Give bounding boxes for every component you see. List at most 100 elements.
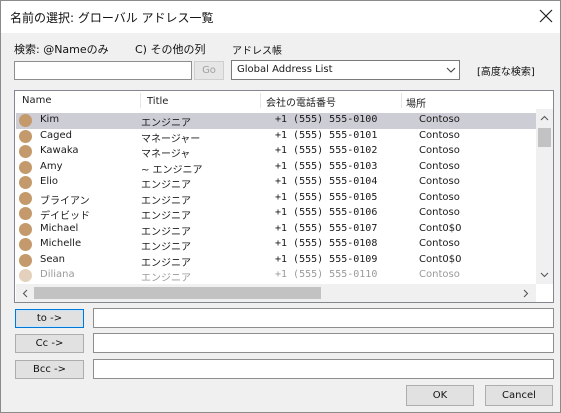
contact-avatar-icon <box>19 238 32 251</box>
contact-title: エンジニア <box>141 242 191 253</box>
contact-location: Contoso <box>419 145 460 156</box>
contact-location: Contoso <box>419 160 460 172</box>
contact-phone: +1 (555) 555-0108 <box>275 238 378 249</box>
contact-avatar-icon <box>19 222 32 236</box>
contact-phone: +1 (555) 555-0109 <box>275 253 378 265</box>
contact-name: Michelle <box>40 238 82 249</box>
column-header-title[interactable]: Title <box>147 96 168 114</box>
cc-field[interactable] <box>93 333 554 353</box>
contact-name: Sean <box>40 253 65 265</box>
contact-location: Contoso <box>419 238 460 249</box>
contact-phone: +1 (555) 555-0105 <box>275 191 378 203</box>
contact-name: ブライアン <box>40 195 90 207</box>
list-item[interactable]: Michelle エンジニア +1 (555) 555-0108 Contoso <box>16 237 536 253</box>
vertical-scroll-thumb[interactable] <box>538 128 551 147</box>
contact-name: Caged <box>40 129 72 141</box>
column-header-name[interactable]: Name <box>22 95 52 113</box>
list-item[interactable]: Kawaka マネージャ +1 (555) 555-0102 Contoso <box>16 144 536 160</box>
to-field[interactable] <box>93 308 554 328</box>
column-divider <box>260 93 261 108</box>
contact-location: Contoso <box>419 191 460 203</box>
contact-title: ~ エンジニア <box>141 164 203 176</box>
horizontal-scroll-thumb[interactable] <box>34 287 321 299</box>
contact-title: エンジニア <box>141 273 191 284</box>
advanced-search-link[interactable]: [高度な検索] <box>477 63 535 78</box>
contact-avatar-icon <box>19 253 32 267</box>
to-button[interactable]: to -> <box>15 309 84 328</box>
contact-phone: +1 (555) 555-0106 <box>275 207 378 218</box>
list-item[interactable]: ブライアン エンジニア +1 (555) 555-0105 Contoso <box>16 191 536 207</box>
cancel-button[interactable]: Cancel <box>485 385 553 406</box>
list-item[interactable]: Michael エンジニア +1 (555) 555-0107 Cont0$0 <box>16 222 536 238</box>
other-columns-option[interactable]: C) その他の列 <box>135 41 205 57</box>
contact-name: Kawaka <box>40 145 79 156</box>
contact-avatar-icon <box>19 129 32 143</box>
list-item[interactable]: Diliana エンジニア +1 (555) 555-0110 Contoso <box>16 268 536 284</box>
scroll-down-icon[interactable] <box>540 272 549 278</box>
address-book-select[interactable]: Global Address List <box>231 60 460 80</box>
column-header-location[interactable]: 場所 <box>406 95 426 113</box>
contact-location: Contoso <box>419 269 460 280</box>
horizontal-scrollbar[interactable] <box>16 284 536 302</box>
contact-name: Amy <box>40 160 63 172</box>
address-book-selected: Global Address List <box>237 64 333 75</box>
contact-phone: +1 (555) 555-0107 <box>275 222 378 234</box>
scroll-up-icon[interactable] <box>540 115 549 121</box>
contact-phone: +1 (555) 555-0102 <box>275 145 378 156</box>
contact-title: エンジニア <box>141 226 191 238</box>
contact-location: Contoso <box>419 129 460 141</box>
contact-title: エンジニア <box>141 257 191 269</box>
ok-button[interactable]: OK <box>406 385 474 406</box>
chevron-down-icon <box>446 67 456 73</box>
cc-button[interactable]: Cc -> <box>15 334 84 353</box>
contact-phone: +1 (555) 555-0104 <box>275 176 378 187</box>
contact-name: Kim <box>40 114 60 125</box>
search-input[interactable] <box>14 61 192 80</box>
close-icon[interactable] <box>537 7 555 25</box>
contact-location: Contoso <box>419 114 460 125</box>
contact-avatar-icon <box>19 269 32 282</box>
title-bar: 名前の選択: グローバル アドレス一覧 <box>1 1 560 33</box>
contact-name: デイビッド <box>40 211 90 222</box>
contact-phone: +1 (555) 555-0110 <box>275 269 378 280</box>
contact-phone: +1 (555) 555-0103 <box>275 160 378 172</box>
contact-avatar-icon <box>19 191 32 205</box>
contact-title: マネージャ <box>141 149 191 160</box>
list-item[interactable]: Elio エンジニア +1 (555) 555-0104 Contoso <box>16 175 536 191</box>
contact-title: エンジニア <box>141 118 191 129</box>
contact-phone: +1 (555) 555-0100 <box>275 114 378 125</box>
contact-avatar-icon <box>19 176 32 189</box>
contact-location: Cont0$0 <box>419 222 462 234</box>
contact-phone: +1 (555) 555-0101 <box>275 129 378 141</box>
column-header-phone[interactable]: 会社の電話番号 <box>266 94 336 112</box>
contact-location: Contoso <box>419 176 460 187</box>
dialog-title: 名前の選択: グローバル アドレス一覧 <box>10 11 214 25</box>
contact-name: Elio <box>40 176 58 187</box>
contact-title: マネージャー <box>141 133 201 145</box>
vertical-scrollbar[interactable] <box>536 109 553 284</box>
contact-avatar-icon <box>19 160 32 174</box>
column-divider <box>140 93 141 108</box>
list-item[interactable]: デイビッド エンジニア +1 (555) 555-0106 Contoso <box>16 206 536 222</box>
address-book-label: アドレス帳 <box>232 46 282 57</box>
contact-title: エンジニア <box>141 180 191 191</box>
scroll-left-icon[interactable] <box>22 289 28 298</box>
contact-title: エンジニア <box>141 195 191 207</box>
contact-avatar-icon <box>19 207 32 220</box>
scroll-right-icon[interactable] <box>523 289 529 298</box>
address-list: Name Title 会社の電話番号 場所 Kim エンジニア +1 (555) 5… <box>14 90 554 303</box>
list-item[interactable]: Amy ~ エンジニア +1 (555) 555-0103 Contoso <box>16 160 536 176</box>
contact-location: Cont0$0 <box>419 253 462 265</box>
contact-avatar-icon <box>19 114 32 127</box>
contact-name: Michael <box>40 222 79 234</box>
contact-avatar-icon <box>19 145 32 158</box>
contact-location: Contoso <box>419 207 460 218</box>
list-item[interactable]: Sean エンジニア +1 (555) 555-0109 Cont0$0 <box>16 253 536 269</box>
bcc-field[interactable] <box>93 359 554 379</box>
search-scope-label: 検索: @Nameのみ <box>14 43 109 56</box>
go-button[interactable]: Go <box>194 61 224 80</box>
contact-title: エンジニア <box>141 211 191 222</box>
list-item[interactable]: Caged マネージャー +1 (555) 555-0101 Contoso <box>16 129 536 145</box>
list-item[interactable]: Kim エンジニア +1 (555) 555-0100 Contoso <box>16 113 536 129</box>
bcc-button[interactable]: Bcc -> <box>15 360 84 379</box>
